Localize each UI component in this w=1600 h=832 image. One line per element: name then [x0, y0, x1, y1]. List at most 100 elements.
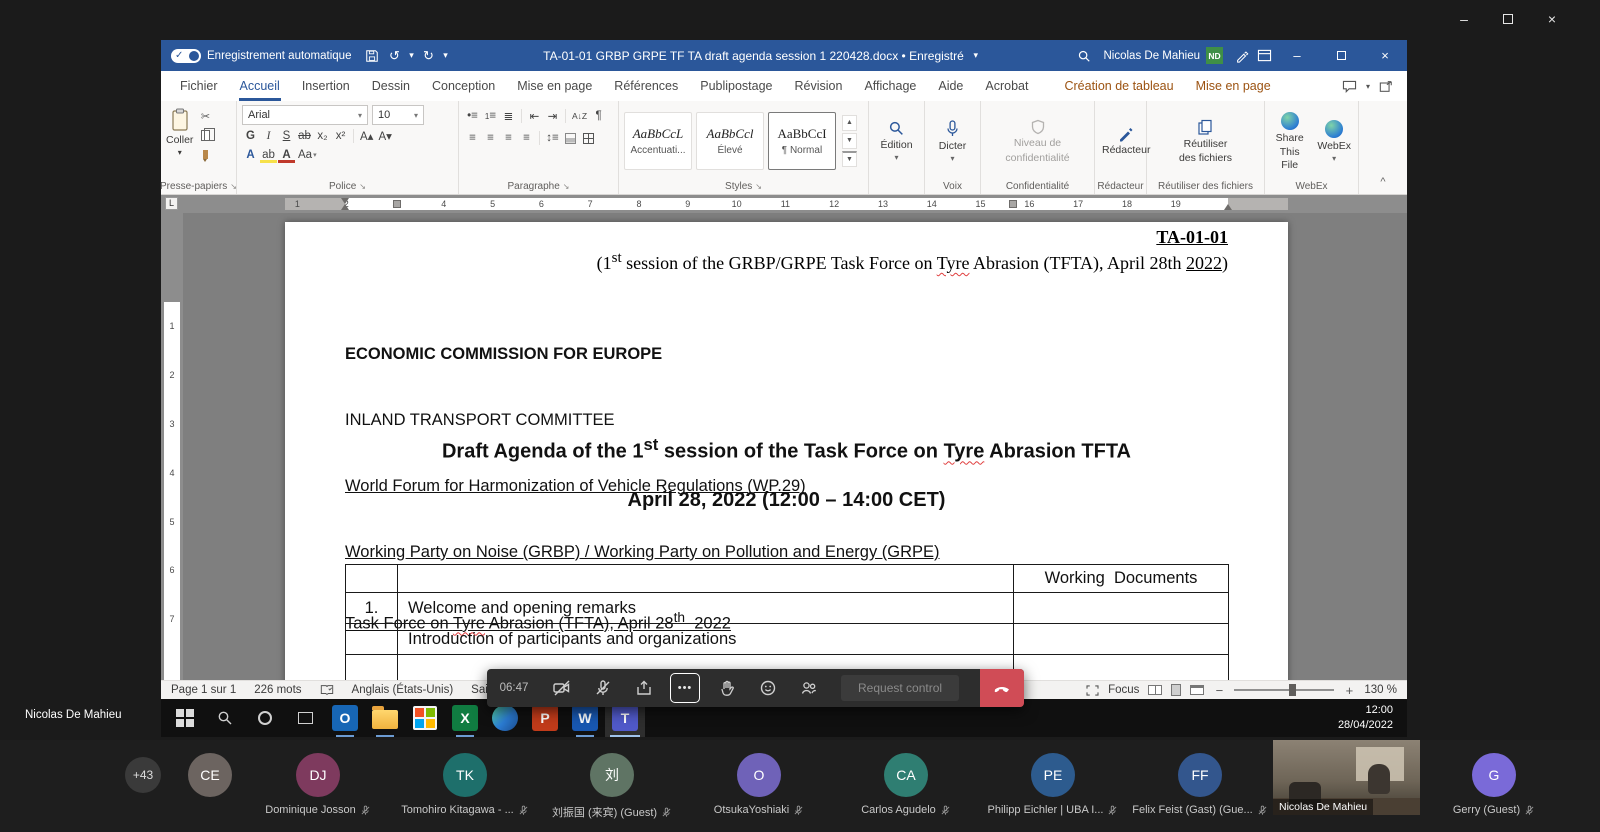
styles-dialog-launcher[interactable]: ↘	[755, 182, 762, 191]
tab-fichier[interactable]: Fichier	[169, 71, 229, 101]
request-control-button[interactable]: Request control	[841, 675, 959, 701]
mic-toggle-button[interactable]	[582, 669, 623, 707]
subscript-button[interactable]: x₂	[314, 128, 331, 144]
web-layout-button[interactable]	[1190, 685, 1204, 695]
start-button[interactable]	[165, 699, 205, 737]
align-right-button[interactable]: ≡	[500, 130, 517, 146]
dictate-button[interactable]: Dicter ▾	[937, 105, 968, 178]
read-mode-button[interactable]	[1148, 685, 1162, 695]
cell-doc[interactable]	[1014, 655, 1229, 681]
comments-icon[interactable]	[1342, 80, 1357, 93]
participant-tile[interactable]: DJ Dominique Josson	[248, 753, 388, 816]
account-user[interactable]: Nicolas De Mahieu ND	[1103, 47, 1223, 64]
camera-toggle-button[interactable]	[541, 669, 582, 707]
multilevel-list-button[interactable]: ≣	[500, 108, 517, 124]
collapse-ribbon-button[interactable]: ^	[1380, 176, 1385, 188]
font-name-select[interactable]: Arial▾	[242, 105, 368, 125]
page-indicator[interactable]: Page 1 sur 1	[171, 684, 236, 696]
right-indent-marker[interactable]	[1224, 204, 1232, 210]
style-eleve[interactable]: AaBbCcl Élevé	[696, 112, 764, 170]
justify-button[interactable]: ≡	[518, 130, 535, 146]
autosave-toggle[interactable]: ✓ Enregistrement automatique	[171, 49, 351, 63]
editor-button[interactable]: Rédacteur	[1100, 105, 1152, 178]
cell-num[interactable]	[346, 624, 398, 655]
vertical-ruler[interactable]: 1234567	[161, 213, 183, 680]
tab-publipostage[interactable]: Publipostage	[689, 71, 783, 101]
taskbar-store[interactable]	[405, 699, 445, 737]
horizontal-ruler[interactable]: L 12345678910111213141516171819	[161, 195, 1407, 213]
hanging-indent-marker[interactable]	[341, 204, 349, 210]
tab-conception[interactable]: Conception	[421, 71, 506, 101]
cortana-button[interactable]	[245, 699, 285, 737]
share-icon[interactable]	[1379, 80, 1393, 93]
numbered-list-button[interactable]: 1≡	[482, 108, 499, 124]
raise-hand-button[interactable]	[706, 669, 747, 707]
redo-button[interactable]: ↻	[417, 40, 439, 71]
tab-acrobat[interactable]: Acrobat	[974, 71, 1039, 101]
focus-mode-button[interactable]: Focus	[1108, 684, 1139, 696]
reactions-button[interactable]	[747, 669, 788, 707]
taskbar-excel[interactable]: X	[445, 699, 485, 737]
participant-tile[interactable]: 刘 刘振国 (来宾) (Guest)	[542, 753, 682, 820]
tab-revision[interactable]: Révision	[784, 71, 854, 101]
cut-button[interactable]: ✂	[197, 109, 213, 123]
tab-mise-en-page[interactable]: Mise en page	[506, 71, 603, 101]
participant-tile[interactable]: PE Philipp Eichler | UBA I...	[983, 753, 1123, 816]
print-layout-button[interactable]	[1171, 684, 1181, 696]
shrink-font-button[interactable]: A▾	[376, 128, 393, 144]
window-close-button[interactable]: ×	[1530, 0, 1574, 38]
window-minimize-button[interactable]: –	[1442, 0, 1486, 38]
grow-font-button[interactable]: A▴	[358, 128, 375, 144]
word-close-button[interactable]: ×	[1363, 40, 1407, 71]
styles-gallery-button[interactable]: ▼	[842, 151, 857, 167]
clipboard-dialog-launcher[interactable]: ↘	[230, 182, 237, 191]
taskbar-file-explorer[interactable]	[365, 699, 405, 737]
table-column-marker[interactable]	[1009, 200, 1017, 208]
participant-tile[interactable]: FF Felix Feist (Gast) (Gue...	[1130, 753, 1270, 816]
ribbon-display-options-button[interactable]	[1253, 40, 1275, 71]
highlight-button[interactable]: ab	[260, 147, 277, 163]
cell-item[interactable]: Introduction of participants and organiz…	[398, 624, 1014, 655]
webex-share-file-button[interactable]: Share This File	[1270, 105, 1309, 178]
webex-button[interactable]: WebEx ▾	[1315, 105, 1353, 178]
search-button[interactable]	[1073, 40, 1095, 71]
comments-dropdown-icon[interactable]: ▾	[1366, 82, 1370, 91]
strikethrough-button[interactable]: ab	[296, 128, 313, 144]
tab-stop-selector[interactable]: L	[165, 197, 178, 210]
proofing-icon[interactable]	[320, 684, 334, 696]
change-case-button[interactable]: Aa▾	[296, 147, 319, 163]
bullet-list-button[interactable]: •≡	[464, 108, 481, 124]
window-maximize-button[interactable]	[1486, 0, 1530, 38]
cell-num[interactable]	[346, 655, 398, 681]
reuse-files-button[interactable]: Réutiliser des fichiers	[1177, 105, 1234, 178]
underline-button[interactable]: S	[278, 128, 295, 144]
taskbar-outlook[interactable]: O	[325, 699, 365, 737]
pilcrow-button[interactable]: ¶	[590, 108, 607, 124]
zoom-level[interactable]: 130 %	[1364, 684, 1397, 696]
taskbar-search-button[interactable]	[205, 699, 245, 737]
style-normal[interactable]: AaBbCcI ¶ Normal	[768, 112, 836, 170]
tab-aide[interactable]: Aide	[927, 71, 974, 101]
zoom-in-button[interactable]: +	[1343, 683, 1355, 698]
font-color-button[interactable]: A	[278, 147, 295, 163]
participant-tile[interactable]: CA Carlos Agudelo	[836, 753, 976, 816]
cell-doc[interactable]	[1014, 593, 1229, 624]
header-cell-docs[interactable]: Working Documents	[1014, 565, 1229, 593]
line-spacing-button[interactable]: ↕≡	[544, 130, 561, 146]
cell-item[interactable]: Welcome and opening remarks	[398, 593, 1014, 624]
task-view-button[interactable]	[285, 699, 325, 737]
header-cell-num[interactable]	[346, 565, 398, 593]
header-cell-item[interactable]	[398, 565, 1014, 593]
word-minimize-button[interactable]: –	[1275, 40, 1319, 71]
quick-access-dropdown[interactable]: ▾	[439, 40, 451, 71]
document-title[interactable]: TA-01-01 GRBP GRPE TF TA draft agenda se…	[451, 40, 1073, 71]
tab-creation-de-tableau[interactable]: Création de tableau	[1053, 71, 1184, 101]
tab-affichage[interactable]: Affichage	[853, 71, 927, 101]
tab-insertion[interactable]: Insertion	[291, 71, 361, 101]
taskbar-clock[interactable]: 12:00 28/04/2022	[1338, 703, 1407, 733]
share-screen-button[interactable]	[623, 669, 664, 707]
word-count[interactable]: 226 mots	[254, 684, 301, 696]
tab-dessin[interactable]: Dessin	[361, 71, 421, 101]
borders-button[interactable]	[580, 130, 597, 146]
bold-button[interactable]: G	[242, 128, 259, 144]
